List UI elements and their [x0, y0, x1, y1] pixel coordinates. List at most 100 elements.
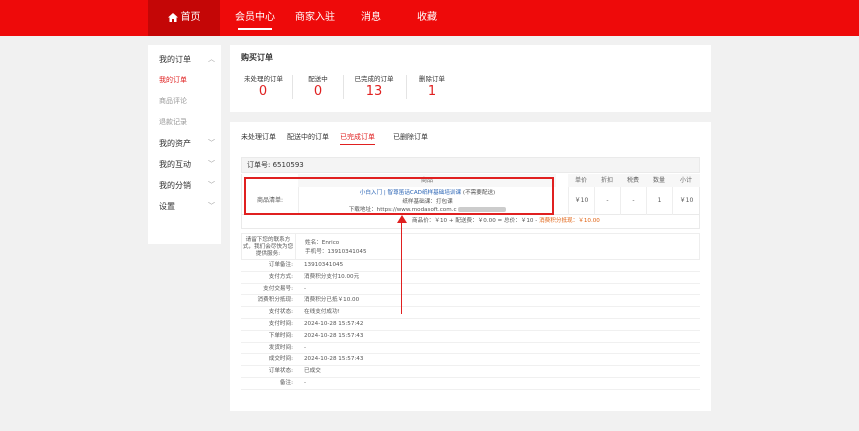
divider [292, 75, 293, 99]
header-discount: 折扣 [594, 174, 620, 187]
sidebar-item-my-orders[interactable]: 我的订单 [148, 70, 221, 91]
nav-messages[interactable]: 消息 [356, 0, 386, 36]
top-nav: 首页 会员中心 商家入驻 消息 收藏 [0, 0, 859, 36]
order-stats-panel: 购买订单 未处理的订单 0 配送中 0 已完成的订单 13 删除订单 1 [230, 45, 711, 112]
detail-row: 支付状态: 在线支付成功! [241, 307, 700, 319]
cell-price: ￥10 [568, 187, 594, 215]
order-totals: 商品价：￥10 + 配送费：￥0.00 = 总价：￥10 - 消费积分抵现：￥1… [241, 215, 700, 229]
header-tax: 税费 [620, 174, 646, 187]
divider [295, 234, 296, 259]
chevron-down-icon: ﹀ [208, 139, 215, 147]
stat-label: 配送中 [308, 75, 328, 83]
detail-row: 支付时间: 2024-10-28 15:57:42 [241, 319, 700, 331]
contact-row: 请留下您的联系方式，我们会尽快为您提供服务: 姓名：Enrico 手机号：139… [241, 233, 700, 260]
detail-key: 订单状态: [268, 368, 293, 375]
stat-value: 0 [258, 84, 268, 99]
sidebar-group-label: 我的互动 [159, 160, 191, 169]
stat-value: 0 [313, 84, 323, 99]
stat-label: 已完成的订单 [354, 75, 394, 83]
stat-value: 13 [365, 84, 383, 99]
detail-row: 订单备注: 13910341045 [241, 260, 700, 272]
totals-text: 商品价：￥10 + 配送费：￥0.00 = 总价：￥10 - [412, 218, 540, 224]
totals-points: 消费积分抵现：￥10.00 [539, 218, 600, 224]
sidebar-group-label: 我的资产 [159, 139, 191, 148]
tab-pending[interactable]: 未处理订单 [241, 132, 276, 142]
order-number: 订单号: 6510593 [241, 157, 700, 173]
sidebar-item-refunds[interactable]: 退款记录 [148, 112, 221, 133]
chevron-down-icon: ﹀ [208, 181, 215, 189]
detail-key: 支付交易号: [263, 285, 293, 292]
divider [343, 75, 344, 99]
detail-value: 2024-10-28 15:57:42 [304, 320, 364, 327]
detail-key: 支付时间: [268, 320, 293, 327]
nav-home-label: 首页 [180, 12, 201, 23]
cell-discount: - [594, 187, 620, 215]
contact-info: 姓名：Enrico 手机号：13910341045 [305, 239, 367, 257]
stat-label: 未处理的订单 [244, 75, 283, 83]
stat-completed[interactable]: 已完成的订单 13 [354, 73, 394, 99]
detail-value: 2024-10-28 15:57:43 [304, 356, 364, 363]
tab-shipping[interactable]: 配送中的订单 [287, 132, 329, 142]
detail-row: 发货时间: - [241, 343, 700, 355]
detail-key: 成交时间: [268, 356, 293, 363]
sidebar-item-reviews[interactable]: 商品评论 [148, 91, 221, 112]
cell-tax: - [620, 187, 646, 215]
sidebar-group-orders[interactable]: 我的订单 ︿ [148, 49, 221, 70]
arrow-up-icon [397, 215, 407, 223]
header-price: 单价 [568, 174, 594, 187]
header-qty: 数量 [646, 174, 672, 187]
nav-favorites[interactable]: 收藏 [412, 0, 442, 36]
contact-label: 请留下您的联系方式，我们会尽快为您提供服务: [242, 237, 294, 257]
detail-value: - [304, 285, 307, 292]
sidebar-group-label: 我的分销 [159, 181, 191, 190]
stat-value: 1 [427, 84, 437, 99]
stat-deleted[interactable]: 删除订单 1 [418, 73, 446, 99]
detail-row: 备注: - [241, 378, 700, 390]
order-details: 请留下您的联系方式，我们会尽快为您提供服务: 姓名：Enrico 手机号：139… [241, 233, 700, 390]
detail-row: 支付交易号: - [241, 284, 700, 296]
stat-pending[interactable]: 未处理的订单 0 [244, 73, 283, 99]
detail-key: 下单时间: [268, 332, 293, 339]
sidebar: 我的订单 ︿ 我的订单 商品评论 退款记录 我的资产 ﹀ 我的互动 ﹀ 我的分销… [148, 45, 221, 244]
contact-phone: 手机号：13910341045 [305, 249, 367, 255]
annotation-arrow [401, 222, 402, 314]
detail-value: 消费积分已抵￥10.00 [304, 297, 360, 304]
cell-subtotal: ￥10 [672, 187, 700, 215]
header-subtotal: 小计 [672, 174, 700, 187]
detail-value: 2024-10-28 15:57:43 [304, 332, 364, 339]
chevron-up-icon: ︿ [208, 55, 215, 63]
detail-row: 下单时间: 2024-10-28 15:57:43 [241, 331, 700, 343]
chevron-down-icon: ﹀ [208, 160, 215, 168]
nav-home[interactable]: 首页 [148, 0, 220, 36]
detail-key: 消费积分抵现: [257, 297, 293, 304]
sidebar-group-settings[interactable]: 设置 ﹀ [148, 196, 221, 217]
stat-shipping[interactable]: 配送中 0 [306, 73, 330, 99]
panel-title: 购买订单 [241, 53, 273, 62]
tab-deleted[interactable]: 已删除订单 [393, 132, 428, 142]
tab-completed[interactable]: 已完成订单 [340, 132, 375, 145]
detail-key: 发货时间: [268, 344, 293, 351]
detail-value: 已成交 [304, 368, 321, 375]
detail-row: 成交时间: 2024-10-28 15:57:43 [241, 354, 700, 367]
detail-value: 13910341045 [304, 262, 344, 268]
nav-member-center[interactable]: 会员中心 [232, 0, 278, 36]
detail-row: 订单状态: 已成交 [241, 366, 700, 378]
stat-label: 删除订单 [419, 75, 445, 83]
orders-panel: 未处理订单 配送中的订单 已完成订单 已删除订单 订单号: 6510593 商品… [230, 122, 711, 411]
chevron-down-icon: ﹀ [208, 202, 215, 210]
detail-row: 支付方式: 消费积分支付10.00元 [241, 272, 700, 284]
detail-key: 支付方式: [268, 273, 293, 280]
contact-name: 姓名：Enrico [305, 240, 340, 246]
sidebar-group-label: 我的订单 [159, 55, 191, 64]
home-icon [167, 12, 178, 22]
sidebar-group-assets[interactable]: 我的资产 ﹀ [148, 133, 221, 154]
sidebar-group-distribution[interactable]: 我的分销 ﹀ [148, 175, 221, 196]
detail-key: 支付状态: [268, 309, 293, 316]
detail-value: - [304, 344, 307, 351]
sidebar-group-label: 设置 [159, 202, 175, 211]
detail-value: 在线支付成功! [304, 309, 340, 316]
nav-merchant[interactable]: 商家入驻 [292, 0, 338, 36]
sidebar-group-interaction[interactable]: 我的互动 ﹀ [148, 154, 221, 175]
detail-key: 订单备注: [268, 262, 293, 268]
highlight-box [244, 177, 554, 215]
